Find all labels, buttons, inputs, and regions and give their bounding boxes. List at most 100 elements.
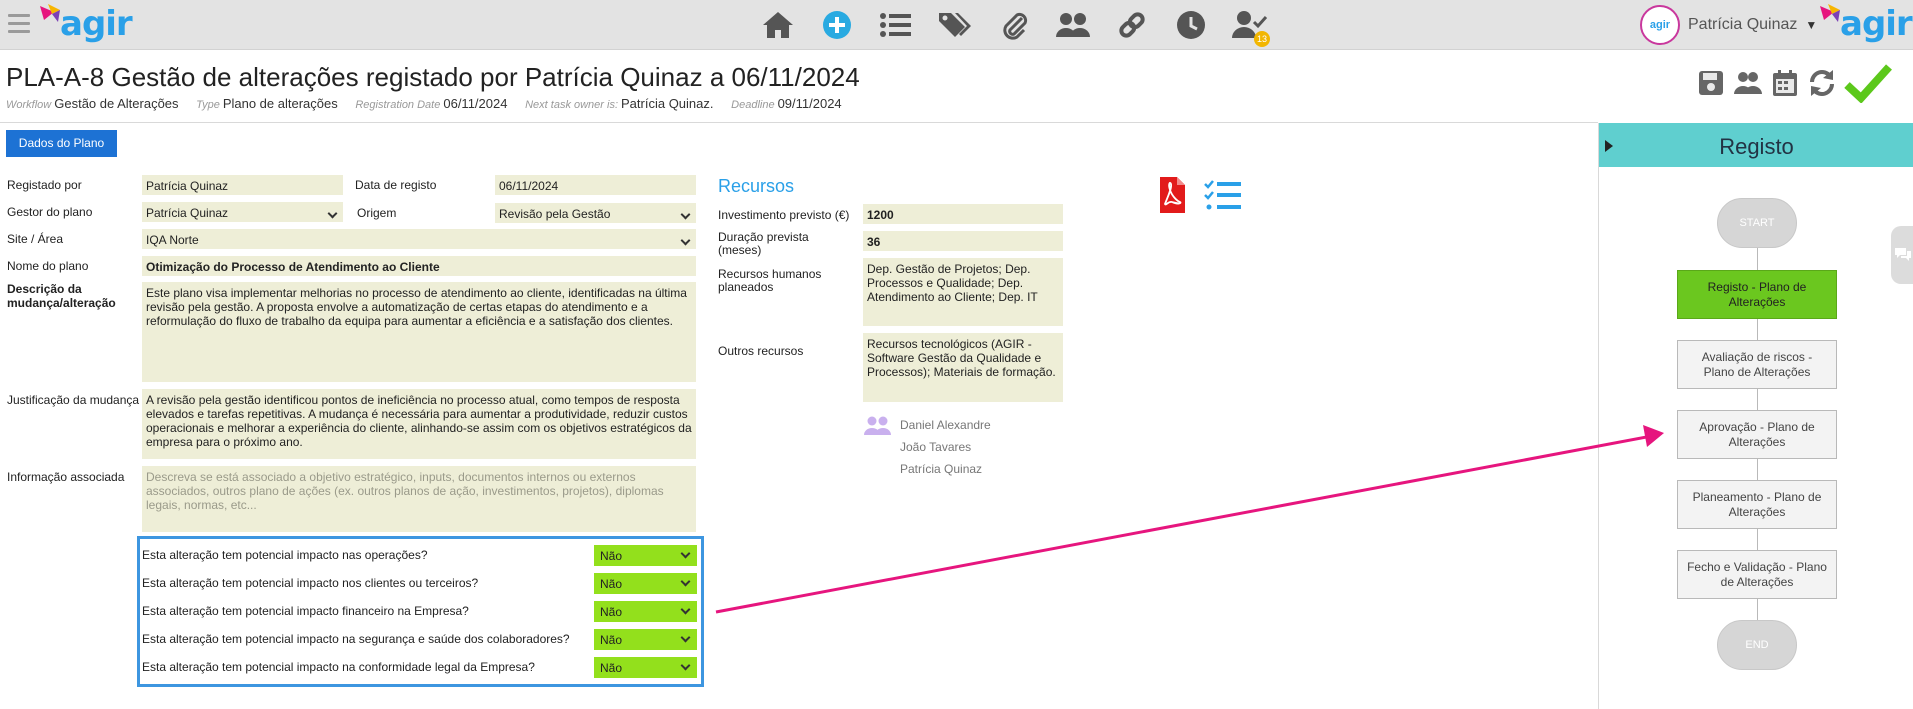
impact-answer-select[interactable]: Não [594, 573, 697, 594]
descricao-label: Descrição da mudança/alteração [7, 282, 116, 310]
duracao-field[interactable]: 36 [863, 231, 1063, 251]
registado-por-label: Registado por [7, 178, 82, 192]
workflow-step[interactable]: Fecho e Validação - Plano de Alterações [1677, 550, 1837, 599]
meta-key: Workflow [6, 99, 52, 111]
refresh-icon[interactable] [1806, 66, 1838, 100]
registado-por-field[interactable]: Patrícia Quinaz [142, 175, 343, 195]
workflow-step[interactable]: Aprovação - Plano de Alterações [1677, 410, 1837, 459]
user-name: Patrícia Quinaz [1688, 16, 1798, 33]
gestor-select[interactable]: Patrícia Quinaz [142, 202, 343, 222]
main-nav: 13 [760, 6, 1291, 47]
descricao-field[interactable]: Este plano visa implementar melhorias no… [142, 282, 696, 382]
link-icon[interactable] [1114, 7, 1150, 43]
impact-question: Esta alteração tem potencial impacto nos… [142, 576, 479, 590]
users-icon[interactable] [1055, 7, 1091, 43]
nome-field[interactable]: Otimização do Processo de Atendimento ao… [142, 256, 696, 276]
logo-text: agir [60, 4, 133, 44]
site-label: Site / Área [7, 232, 64, 246]
meta-key: Deadline [731, 99, 775, 111]
workflow-connector [1757, 319, 1758, 340]
outros-recursos-label: Outros recursos [718, 344, 804, 358]
team-icon [864, 416, 892, 441]
justificacao-label: Justificação da mudança [7, 393, 140, 407]
workflow-header[interactable]: Registo [1599, 123, 1913, 167]
team-member: Daniel Alexandre [900, 418, 991, 432]
document-metadata: Workflow Gestão de Alterações Type Plano d… [6, 96, 856, 111]
workflow-start: START [1717, 198, 1797, 248]
impact-question: Esta alteração tem potencial impacto nas… [142, 548, 428, 562]
origem-select[interactable]: Revisão pela Gestão [495, 203, 696, 223]
meta-key: Registration Date [355, 99, 441, 111]
impact-answer-select[interactable]: Não [594, 601, 697, 622]
nome-label: Nome do plano [7, 259, 89, 273]
meta-value: Plano de alterações [222, 96, 338, 111]
task-list-icon[interactable] [1204, 180, 1242, 217]
document-toolbar [1695, 64, 1898, 103]
recursos-title: Recursos [718, 176, 795, 196]
top-navigation-bar: agir 13 agir Patrícia Quinaz ▼ agir [0, 0, 1913, 50]
pdf-icon[interactable] [1158, 176, 1186, 219]
notification-badge: 13 [1254, 31, 1270, 47]
team-member: Patrícia Quinaz [900, 462, 983, 476]
workflow-title: Registo [1719, 134, 1794, 159]
company-logo: agir [1818, 2, 1913, 52]
recursos-humanos-label: Recursos humanos planeados [718, 267, 822, 294]
workflow-connector [1757, 248, 1758, 270]
app-logo[interactable]: agir [38, 2, 133, 52]
meta-value: 09/11/2024 [777, 96, 842, 111]
team-member: João Tavares [900, 440, 972, 454]
workflow-step[interactable]: Avaliação de riscos - Plano de Alteraçõe… [1677, 340, 1837, 389]
recursos-humanos-field[interactable]: Dep. Gestão de Projetos; Dep. Processos … [863, 258, 1063, 326]
impact-question: Esta alteração tem potencial impacto fin… [142, 604, 469, 618]
data-registo-field[interactable]: 06/11/2024 [495, 175, 696, 195]
workflow-connector [1757, 599, 1758, 620]
tab-dados-do-plano[interactable]: Dados do Plano [6, 130, 117, 157]
check-icon[interactable] [1843, 64, 1893, 103]
outros-recursos-field[interactable]: Recursos tecnológicos (AGIR - Software G… [863, 333, 1063, 402]
calendar-icon[interactable] [1769, 66, 1801, 100]
home-icon[interactable] [760, 7, 796, 43]
menu-icon[interactable] [8, 14, 30, 34]
page-title: PLA-A-8 Gestão de alterações registado p… [6, 62, 860, 92]
workflow-step[interactable]: Registo - Plano de Alterações [1677, 270, 1837, 319]
impact-question: Esta alteração tem potencial impacto na … [142, 660, 535, 674]
informacao-field[interactable]: Descreva se está associado a objetivo es… [142, 466, 696, 532]
workflow-connector [1757, 459, 1758, 480]
tags-icon[interactable] [937, 7, 973, 43]
gestor-label: Gestor do plano [7, 205, 93, 219]
add-circle-icon[interactable] [819, 7, 855, 43]
save-icon[interactable] [1695, 66, 1727, 100]
meta-value: Patrícia Quinaz. [621, 96, 714, 111]
paperclip-icon[interactable] [996, 7, 1032, 43]
impact-question: Esta alteração tem potencial impacto na … [142, 632, 570, 646]
user-check-icon[interactable]: 13 [1232, 7, 1270, 47]
meta-key: Next task owner is: [525, 99, 619, 111]
investimento-field[interactable]: 1200 [863, 204, 1063, 224]
chat-side-tab[interactable] [1891, 226, 1913, 284]
workflow-connector [1757, 389, 1758, 410]
user-menu[interactable]: agir Patrícia Quinaz ▼ [1640, 4, 1817, 46]
duracao-label: Duração prevista (meses) [718, 230, 809, 257]
workflow-step[interactable]: Planeamento - Plano de Alterações [1677, 480, 1837, 529]
logo-text: agir [1840, 4, 1913, 44]
workflow-end: END [1717, 620, 1797, 670]
investimento-label: Investimento previsto (€) [718, 208, 850, 222]
impact-answer-select[interactable]: Não [594, 545, 697, 566]
meta-value: Gestão de Alterações [54, 96, 179, 111]
impact-answer-select[interactable]: Não [594, 657, 697, 678]
data-registo-label: Data de registo [355, 178, 437, 192]
list-icon[interactable] [878, 7, 914, 43]
workflow-connector [1757, 529, 1758, 550]
impact-answer-select[interactable]: Não [594, 629, 697, 650]
site-select[interactable]: IQA Norte [142, 229, 696, 249]
justificacao-field[interactable]: A revisão pela gestão identificou pontos… [142, 389, 696, 459]
meta-value: 06/11/2024 [443, 96, 508, 111]
users-icon[interactable] [1732, 66, 1764, 100]
chevron-down-icon: ▼ [1805, 18, 1818, 32]
workflow-panel: Registo START Registo - Plano de Alteraç… [1598, 123, 1913, 709]
informacao-label: Informação associada [7, 470, 125, 484]
divider [0, 122, 1598, 123]
avatar: agir [1640, 5, 1680, 45]
origem-label: Origem [357, 206, 397, 220]
clock-icon[interactable] [1173, 7, 1209, 43]
